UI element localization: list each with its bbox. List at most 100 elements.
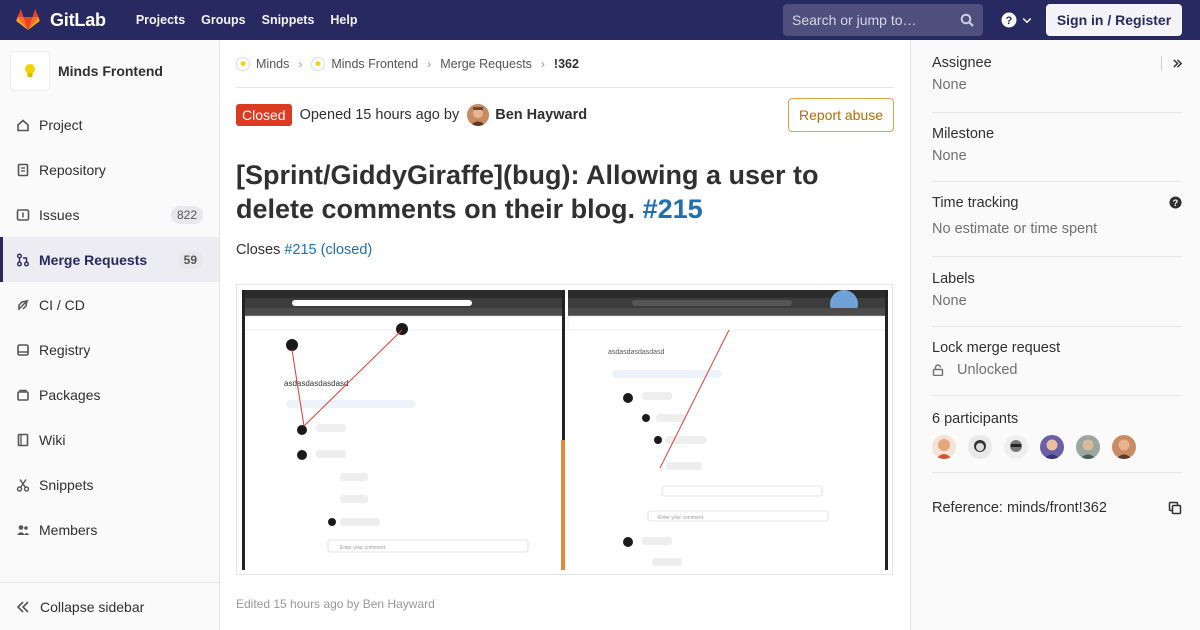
sidebar-item-members[interactable]: Members	[0, 507, 219, 552]
registry-icon	[16, 343, 30, 357]
users-icon	[16, 523, 30, 537]
participant-avatar[interactable]	[1040, 435, 1064, 459]
time-tracking-block: Time tracking ? No estimate or time spen…	[932, 195, 1182, 257]
doc-icon	[16, 163, 30, 177]
closed-issue-link[interactable]: #215 (closed)	[284, 242, 372, 258]
sidebar-item-snippets[interactable]: Snippets	[0, 462, 219, 507]
lock-title: Lock merge request	[932, 340, 1061, 356]
participants-block: 6 participants	[932, 411, 1182, 473]
breadcrumb-item-group[interactable]: Minds	[236, 56, 289, 71]
lock-block: Lock merge request Unlocked	[932, 340, 1182, 396]
collapse-sidebar-label: Collapse sidebar	[40, 598, 145, 615]
project-avatar-icon	[311, 56, 326, 71]
edited-note: Edited 15 hours ago by Ben Hayward	[236, 597, 435, 611]
collapse-sidebar-button[interactable]: Collapse sidebar	[0, 582, 219, 630]
mr-title-text: [Sprint/GiddyGiraffe](bug): Allowing a u…	[236, 160, 819, 224]
lock-open-icon	[932, 364, 944, 376]
reference-block: Reference: minds/front!362	[932, 488, 1182, 528]
sign-in-button[interactable]: Sign in / Register	[1046, 4, 1182, 36]
gitlab-brand[interactable]: GitLab	[0, 0, 106, 40]
status-badge: Closed	[236, 104, 292, 126]
author-link[interactable]: Ben Hayward	[495, 107, 587, 123]
sidebar-item-label: Wiki	[39, 431, 66, 448]
milestone-block: Milestone None	[932, 126, 1182, 182]
sidebar-item-issues[interactable]: Issues 822	[0, 192, 219, 237]
project-header[interactable]: Minds Frontend	[0, 40, 219, 102]
participant-avatar[interactable]	[1112, 435, 1136, 459]
nav-link-projects[interactable]: Projects	[128, 0, 193, 40]
left-sidebar: Minds Frontend Project Repository Issues…	[0, 40, 220, 630]
time-tracking-value: No estimate or time spent	[932, 221, 1098, 237]
assignee-title: Assignee	[932, 55, 992, 71]
milestone-value: None	[932, 148, 967, 164]
sidebar-item-merge-requests[interactable]: Merge Requests 59	[0, 237, 219, 282]
closes-line: Closes #215 (closed)	[236, 242, 372, 258]
search-input[interactable]: Search or jump to…	[783, 4, 983, 36]
screenshot-right-placeholder: Enter your comment	[658, 515, 704, 521]
sidebar-item-project[interactable]: Project	[0, 102, 219, 147]
search-placeholder: Search or jump to…	[792, 12, 917, 28]
lock-value: Unlocked	[957, 362, 1018, 378]
screenshot-left-text: asdasdasdasdasd	[284, 379, 349, 388]
scissors-icon	[16, 478, 30, 492]
right-sidebar: Assignee None Milestone None Time tracki…	[910, 40, 1200, 630]
help-question-icon[interactable]: ?	[1169, 196, 1182, 209]
question-icon: ?	[1001, 12, 1017, 28]
top-navbar: GitLab Projects Groups Snippets Help Sea…	[0, 0, 1200, 40]
screenshot-right-text: asdasdasdasdasd	[608, 349, 665, 356]
chevron-down-icon	[1022, 17, 1032, 24]
lightbulb-icon	[25, 64, 35, 77]
home-icon	[16, 118, 30, 132]
sidebar-item-repository[interactable]: Repository	[0, 147, 219, 192]
merge-requests-count-badge: 59	[177, 250, 203, 269]
description-screenshot[interactable]: asdasdasdasdasd Enter your comment asdas…	[236, 284, 893, 575]
issue-reference-link[interactable]: #215	[643, 194, 703, 224]
book-icon	[16, 433, 30, 447]
nav-link-help[interactable]: Help	[322, 0, 365, 40]
labels-block: Labels None	[932, 271, 1182, 327]
breadcrumb: Minds › Minds Frontend › Merge Requests …	[236, 40, 894, 88]
breadcrumb-separator: ›	[427, 56, 432, 71]
participants-list	[932, 435, 1182, 459]
avatar[interactable]	[467, 104, 490, 126]
sidebar-item-registry[interactable]: Registry	[0, 327, 219, 372]
sidebar-item-wiki[interactable]: Wiki	[0, 417, 219, 462]
nav-link-snippets[interactable]: Snippets	[254, 0, 323, 40]
nav-link-groups[interactable]: Groups	[193, 0, 253, 40]
lock-value-row: Unlocked	[932, 362, 1182, 378]
breadcrumb-label: !362	[553, 56, 579, 71]
issues-count-badge: 822	[170, 205, 203, 224]
sidebar-item-label: CI / CD	[39, 296, 85, 313]
rocket-icon	[16, 298, 30, 312]
sidebar-item-packages[interactable]: Packages	[0, 372, 219, 417]
gitlab-logo-icon	[16, 9, 40, 30]
milestone-title: Milestone	[932, 126, 995, 142]
package-icon	[16, 388, 30, 402]
time-tracking-title: Time tracking	[932, 195, 1019, 211]
breadcrumb-item-merge-requests[interactable]: Merge Requests	[440, 57, 532, 71]
breadcrumb-separator: ›	[298, 56, 303, 71]
participant-avatar[interactable]	[1076, 435, 1100, 459]
labels-title: Labels	[932, 271, 975, 287]
sidebar-item-label: Members	[39, 521, 98, 538]
breadcrumb-item-current[interactable]: !362	[554, 57, 579, 71]
project-avatar	[10, 51, 50, 91]
sidebar-item-ci-cd[interactable]: CI / CD	[0, 282, 219, 327]
brand-name: GitLab	[50, 9, 106, 30]
search-icon	[960, 13, 974, 27]
participant-avatar[interactable]	[932, 435, 956, 459]
assignee-block: Assignee None	[932, 55, 1182, 113]
svg-text:?: ?	[1173, 198, 1179, 208]
page-title: [Sprint/GiddyGiraffe](bug): Allowing a u…	[236, 158, 894, 226]
breadcrumb-item-project[interactable]: Minds Frontend	[311, 56, 418, 71]
group-avatar-icon	[236, 56, 250, 71]
participant-avatar[interactable]	[968, 435, 992, 459]
sidebar-item-label: Registry	[39, 341, 91, 358]
breadcrumb-label: Merge Requests	[440, 56, 532, 71]
merge-request-icon	[16, 253, 30, 267]
reference-text: Reference: minds/front!362	[932, 500, 1107, 516]
copy-icon[interactable]	[1168, 501, 1182, 515]
help-dropdown[interactable]: ?	[1001, 12, 1033, 28]
participant-avatar[interactable]	[1004, 435, 1028, 459]
report-abuse-button[interactable]: Report abuse	[788, 98, 894, 132]
